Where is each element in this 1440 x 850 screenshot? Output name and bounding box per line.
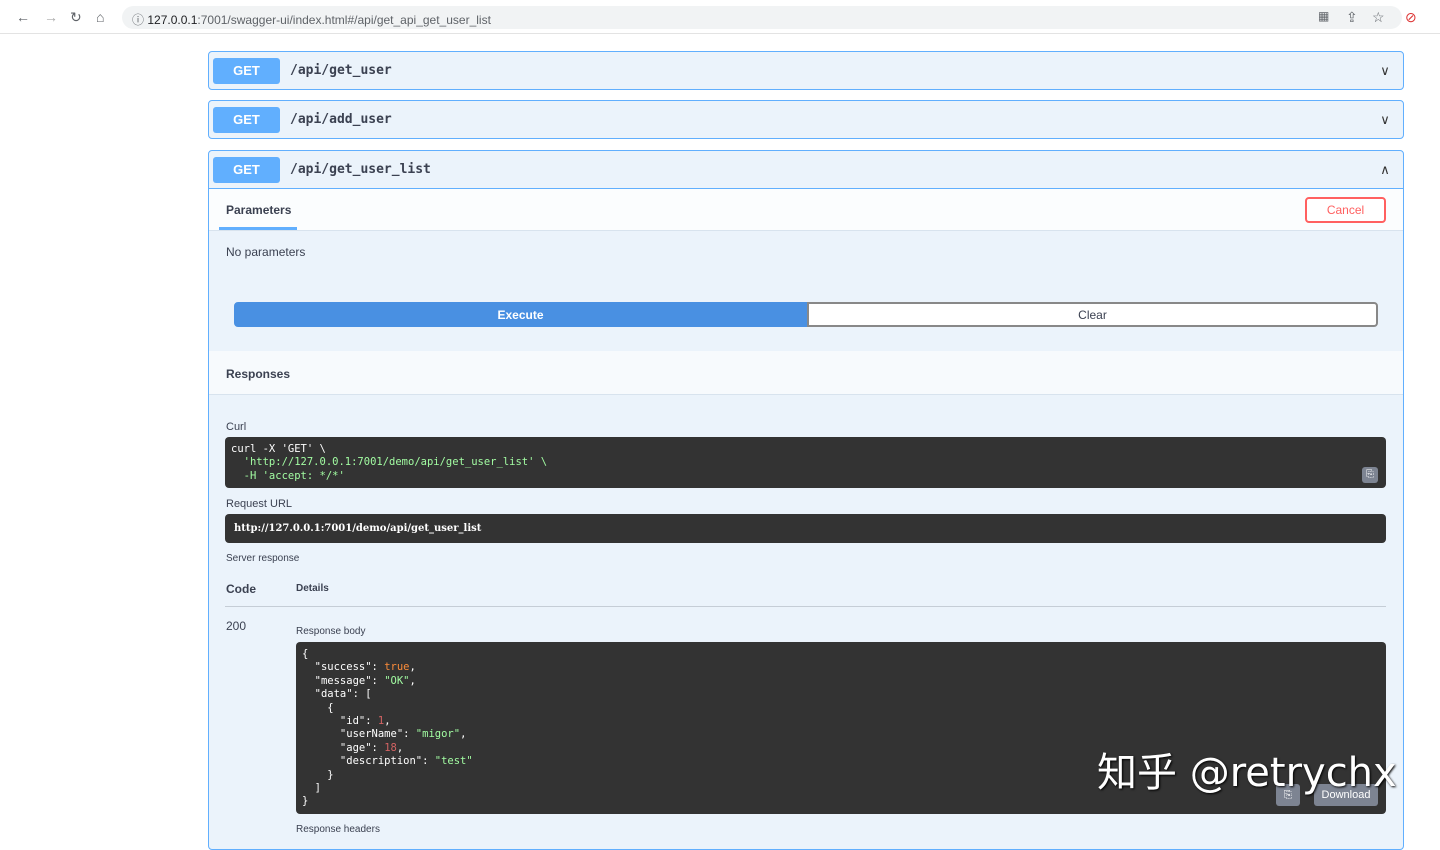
- copy-icon[interactable]: ⎘: [1362, 467, 1378, 483]
- chevron-down-icon[interactable]: ∨: [1375, 63, 1395, 79]
- curl-label: Curl: [226, 421, 247, 433]
- responses-title: Responses: [226, 367, 291, 381]
- browser-toolbar: ← → ↻ ⌂ ⓘ 127.0.0.1:7001/swagger-ui/inde…: [0, 0, 1440, 34]
- parameters-section-header: Parameters Cancel: [209, 188, 1403, 231]
- operation-path: /api/get_user: [290, 63, 392, 78]
- request-url-label: Request URL: [226, 498, 293, 510]
- response-code: 200: [226, 619, 247, 633]
- translate-icon[interactable]: ▦: [1318, 9, 1329, 23]
- tab-underline: [219, 227, 297, 230]
- chevron-up-icon[interactable]: ∧: [1375, 162, 1395, 178]
- response-body-label: Response body: [296, 626, 366, 637]
- divider: [225, 606, 1386, 607]
- tab-parameters[interactable]: Parameters: [226, 203, 291, 217]
- curl-code-block: curl -X 'GET' \ 'http://127.0.0.1:7001/d…: [225, 437, 1386, 488]
- operation-header[interactable]: GET/api/get_user_list ∧: [209, 151, 1403, 188]
- chevron-down-icon[interactable]: ∨: [1375, 112, 1395, 128]
- response-headers-label: Response headers: [296, 824, 380, 835]
- back-icon[interactable]: ←: [16, 9, 30, 25]
- request-url-block: http://127.0.0.1:7001/demo/api/get_user_…: [225, 514, 1386, 543]
- clear-button[interactable]: Clear: [807, 302, 1378, 327]
- home-icon[interactable]: ⌂: [96, 9, 104, 25]
- method-badge: GET: [213, 106, 280, 133]
- cancel-button[interactable]: Cancel: [1305, 197, 1386, 223]
- no-parameters-text: No parameters: [226, 245, 306, 259]
- operation-path: /api/get_user_list: [290, 162, 431, 177]
- server-response-label: Server response: [226, 553, 300, 564]
- details-column-header: Details: [296, 583, 329, 594]
- extension-icon[interactable]: ⊘: [1405, 9, 1417, 26]
- bookmark-star-icon[interactable]: ☆: [1372, 9, 1385, 26]
- forward-icon[interactable]: →: [44, 9, 58, 25]
- share-icon[interactable]: ⇪: [1346, 9, 1358, 26]
- watermark: 知乎 @retrychx: [1097, 750, 1397, 796]
- execute-button[interactable]: Execute: [234, 302, 807, 327]
- method-badge: GET: [213, 57, 280, 84]
- operation-path: /api/add_user: [290, 112, 392, 127]
- code-column-header: Code: [226, 582, 256, 596]
- operation-add-user[interactable]: GET/api/add_user ∨: [208, 100, 1404, 139]
- address-bar[interactable]: ⓘ 127.0.0.1:7001/swagger-ui/index.html#/…: [122, 6, 1402, 29]
- responses-header: Responses: [209, 351, 1403, 395]
- method-badge: GET: [213, 156, 280, 183]
- reload-icon[interactable]: ↻: [70, 9, 82, 26]
- operation-get-user[interactable]: GET/api/get_user ∨: [208, 51, 1404, 90]
